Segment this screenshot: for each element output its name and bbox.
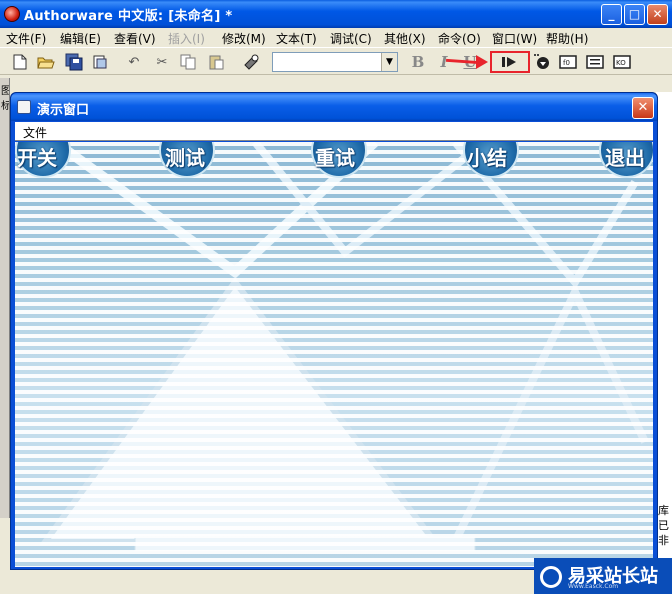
menu-bar: 文件(F) 编辑(E) 查看(V) 插入(I) 修改(M) 文本(T) 调试(C… xyxy=(0,28,672,47)
maximize-button[interactable]: □ xyxy=(624,4,645,25)
bg-text-3: 非 xyxy=(658,534,669,547)
bg-text-1: 库 xyxy=(658,504,669,517)
import-icon[interactable] xyxy=(90,52,110,72)
watermark-url: Www.Easck.Com xyxy=(568,583,619,590)
icon-palette-edge: 图标 xyxy=(0,78,10,518)
nav-label-switch: 开关 xyxy=(17,146,57,170)
menu-commands[interactable]: 命令(O) xyxy=(438,30,481,47)
window-title: Authorware 中文版: [未命名] * xyxy=(24,9,233,24)
background-window-edge: 库 已 非 xyxy=(656,92,672,562)
close-button[interactable]: ✕ xyxy=(647,4,668,25)
stage-stripe-overlay xyxy=(15,142,653,567)
bg-text-2: 已 xyxy=(658,519,669,532)
presentation-window-icon xyxy=(17,100,31,114)
new-file-icon[interactable] xyxy=(10,52,30,72)
chevron-down-icon[interactable]: ▼ xyxy=(381,53,397,71)
paste-icon[interactable] xyxy=(206,52,226,72)
presentation-title-bar[interactable]: 演示窗口 ✕ xyxy=(11,93,657,121)
presentation-stage[interactable]: 开关 测试 重试 小结 退出 xyxy=(15,142,653,567)
text-style-combo[interactable]: ▼ xyxy=(272,52,398,72)
bold-button[interactable]: B xyxy=(408,52,428,72)
presentation-menu-bar: 文件 xyxy=(15,122,653,141)
save-all-icon[interactable] xyxy=(64,52,84,72)
menu-insert[interactable]: 插入(I) xyxy=(168,30,205,47)
menu-xtras[interactable]: 其他(X) xyxy=(384,30,426,47)
site-watermark: 易采站长站 Www.Easck.Com xyxy=(534,558,672,594)
presentation-menu-file[interactable]: 文件 xyxy=(23,124,47,141)
knowledge-objects-icon[interactable]: KO xyxy=(612,52,632,72)
svg-text:f0: f0 xyxy=(563,59,570,67)
copy-icon[interactable] xyxy=(178,52,198,72)
annotation-arrow-icon xyxy=(476,55,488,69)
open-file-icon[interactable] xyxy=(36,52,56,72)
svg-text:KO: KO xyxy=(616,59,626,67)
menu-edit[interactable]: 编辑(E) xyxy=(60,30,101,47)
find-icon[interactable] xyxy=(242,52,262,72)
toolbar: ↶ ✂ ▼ B I U f0 KO xyxy=(0,47,672,75)
functions-icon[interactable]: f0 xyxy=(558,52,578,72)
main-title-bar[interactable]: Authorware 中文版: [未命名] * _ □ ✕ xyxy=(0,0,672,28)
authorware-logo-icon[interactable] xyxy=(4,6,20,22)
menu-modify[interactable]: 修改(M) xyxy=(222,30,266,47)
authorware-app: Authorware 中文版: [未命名] * _ □ ✕ 文件(F) 编辑(E… xyxy=(0,0,672,594)
menu-help[interactable]: 帮助(H) xyxy=(546,30,588,47)
variables-icon[interactable] xyxy=(585,52,605,72)
nav-label-summary: 小结 xyxy=(467,146,507,170)
menu-view[interactable]: 查看(V) xyxy=(114,30,156,47)
menu-window[interactable]: 窗口(W) xyxy=(492,30,537,47)
icon-palette-tab[interactable]: 图标 xyxy=(1,82,9,112)
menu-debug[interactable]: 调试(C) xyxy=(330,30,372,47)
cut-icon[interactable]: ✂ xyxy=(152,52,172,72)
nav-label-test: 测试 xyxy=(165,146,205,170)
menu-file[interactable]: 文件(F) xyxy=(6,30,46,47)
undo-icon[interactable]: ↶ xyxy=(124,52,144,72)
nav-label-exit: 退出 xyxy=(605,146,645,170)
control-panel-icon[interactable] xyxy=(532,52,552,72)
watermark-logo-icon xyxy=(540,566,562,588)
presentation-window: 演示窗口 ✕ 文件 开关 测试 重试 小结 退出 xyxy=(10,92,658,570)
annotation-highlight-box xyxy=(490,51,530,73)
presentation-title: 演示窗口 xyxy=(37,103,90,118)
menu-text[interactable]: 文本(T) xyxy=(276,30,317,47)
presentation-close-button[interactable]: ✕ xyxy=(632,97,654,119)
nav-label-retry: 重试 xyxy=(315,146,355,170)
minimize-button[interactable]: _ xyxy=(601,4,622,25)
